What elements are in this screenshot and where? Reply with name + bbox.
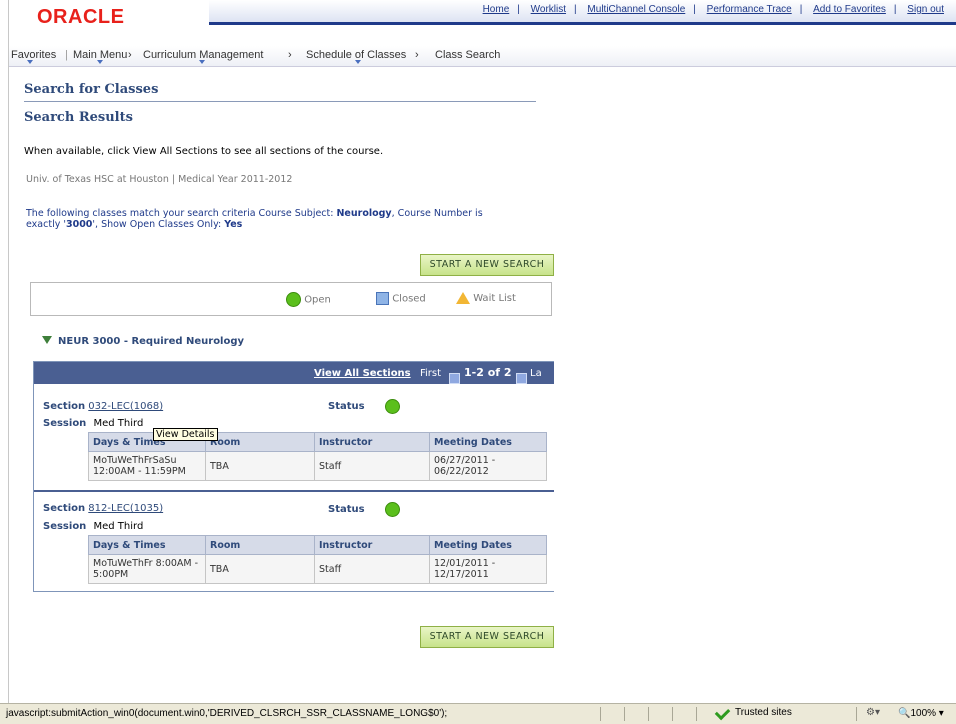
column-header: Room	[205, 432, 315, 452]
trusted-sites-zone: Trusted sites	[714, 704, 792, 721]
legend-closed: Closed	[392, 293, 426, 305]
criteria-number: 3000	[65, 219, 93, 230]
zoom-icon: 🔍	[898, 708, 911, 719]
search-criteria: The following classes match your search …	[26, 208, 483, 230]
column-header: Meeting Dates	[429, 432, 547, 452]
nav-separator: ›	[415, 49, 419, 61]
header-band	[209, 22, 956, 25]
meeting-table: Days & Times Room Instructor Meeting Dat…	[88, 535, 547, 584]
chevron-down-icon	[27, 60, 33, 64]
start-new-search-button[interactable]: START A NEW SEARCH	[420, 254, 554, 276]
chevron-down-icon	[97, 60, 103, 64]
last-link[interactable]: La	[530, 368, 542, 379]
breadcrumb: Favorites | Main Menu › Curriculum Manag…	[9, 46, 956, 67]
wait-list-icon	[456, 292, 470, 304]
status-label: Status	[328, 504, 365, 515]
protected-mode-icon[interactable]: ⚙▾	[866, 707, 880, 718]
checkmark-icon	[714, 704, 731, 721]
first-link[interactable]: First	[420, 368, 441, 379]
start-new-search-button[interactable]: START A NEW SEARCH	[420, 626, 554, 648]
home-link[interactable]: Home	[483, 4, 510, 15]
zoom-control[interactable]: 🔍100% ▾	[898, 708, 944, 719]
room-cell: TBA	[205, 554, 315, 584]
legend-wait-list: Wait List	[473, 293, 516, 304]
section-link[interactable]: 032-LEC(1068)	[88, 401, 163, 412]
add-to-favorites-link[interactable]: Add to Favorites	[813, 4, 886, 15]
status-label: Status	[328, 401, 365, 412]
grid-header: View All Sections First 1-2 of 2 La	[34, 362, 554, 384]
chevron-down-icon	[355, 60, 361, 64]
criteria-open: Yes	[224, 219, 243, 230]
chevron-down-icon	[199, 60, 205, 64]
table-row: MoTuWeThFr 8:00AM - 5:00PM TBA Staff 12/…	[88, 554, 547, 584]
section-label: Section 032-LEC(1068)	[43, 401, 164, 412]
nav-class-search: Class Search	[435, 49, 501, 61]
sign-out-link[interactable]: Sign out	[907, 4, 944, 15]
session-label: Session Med Third	[43, 521, 144, 532]
nav-separator: |	[65, 49, 68, 61]
nav-favorites[interactable]: Favorites	[11, 49, 56, 61]
open-status-icon	[286, 292, 301, 307]
performance-trace-link[interactable]: Performance Trace	[707, 4, 792, 15]
status-bar: javascript:submitAction_win0(document.wi…	[0, 703, 956, 724]
view-all-sections-link[interactable]: View All Sections	[314, 368, 411, 379]
page-title: Search for Classes	[24, 82, 159, 97]
portal-header: ORACLE Home | Worklist | MultiChannel Cons…	[9, 0, 956, 46]
meeting-dates-cell: 12/01/2011 - 12/17/2011	[429, 554, 547, 584]
collapse-arrow-icon[interactable]	[42, 336, 52, 344]
worklist-link[interactable]: Worklist	[531, 4, 566, 15]
open-status-icon	[385, 502, 400, 517]
header-links: Home | Worklist | MultiChannel Console | Pe…	[482, 4, 944, 15]
legend-open: Open	[304, 294, 331, 306]
browser-window: ORACLE Home | Worklist | MultiChannel Cons…	[0, 0, 956, 724]
column-header: Instructor	[314, 535, 430, 555]
days-times-cell: MoTuWeThFrSaSu 12:00AM - 11:59PM	[88, 451, 206, 481]
open-status-icon	[385, 399, 400, 414]
window-border	[0, 0, 9, 723]
column-header: Meeting Dates	[429, 535, 547, 555]
table-row: MoTuWeThFrSaSu 12:00AM - 11:59PM TBA Sta…	[88, 451, 547, 481]
status-url: javascript:submitAction_win0(document.wi…	[6, 708, 448, 719]
page-range: 1-2 of 2	[464, 366, 512, 379]
days-times-cell: MoTuWeThFr 8:00AM - 5:00PM	[88, 554, 206, 584]
course-title[interactable]: NEUR 3000 - Required Neurology	[42, 336, 244, 347]
nav-separator: ›	[128, 49, 132, 61]
criteria-subject: Neurology	[336, 208, 392, 219]
status-legend: Open Closed Wait List	[30, 282, 552, 316]
title-divider	[24, 101, 536, 102]
column-header: Days & Times	[88, 535, 206, 555]
institution-text: Univ. of Texas HSC at Houston | Medical …	[26, 174, 293, 185]
sections-grid: View All Sections First 1-2 of 2 La Sect…	[33, 361, 554, 592]
column-header: Room	[205, 535, 315, 555]
session-label: Session Med Third	[43, 418, 144, 429]
column-header: Instructor	[314, 432, 430, 452]
room-cell: TBA	[205, 451, 315, 481]
meeting-dates-cell: 06/27/2011 - 06/22/2012	[429, 451, 547, 481]
instructor-cell: Staff	[314, 554, 430, 584]
instruction-text: When available, click View All Sections …	[24, 146, 384, 157]
section-link[interactable]: 812-LEC(1035)	[88, 503, 163, 514]
tooltip: View Details	[153, 428, 218, 441]
multichannel-console-link[interactable]: MultiChannel Console	[587, 4, 685, 15]
section-label: Section 812-LEC(1035)	[43, 503, 164, 514]
oracle-logo: ORACLE	[37, 6, 125, 28]
section-divider	[34, 490, 554, 492]
closed-status-icon	[376, 292, 389, 305]
results-heading: Search Results	[24, 110, 133, 125]
nav-separator: ›	[288, 49, 292, 61]
instructor-cell: Staff	[314, 451, 430, 481]
